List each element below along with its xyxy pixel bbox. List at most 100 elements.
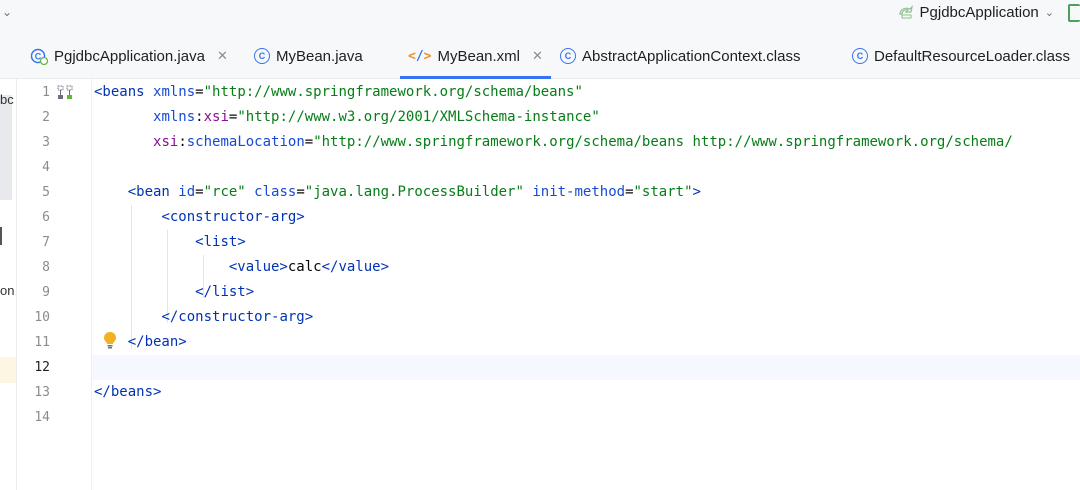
line-number: 13 bbox=[34, 385, 50, 400]
run-configuration-selector[interactable]: PgjdbcApplication ⌄ bbox=[898, 1, 1054, 23]
code-token: calc bbox=[287, 259, 322, 275]
code-line: xsi:schemaLocation="http://www.springfra… bbox=[94, 130, 1013, 155]
line-number: 6 bbox=[42, 210, 50, 225]
line-number: 7 bbox=[42, 235, 50, 250]
xml-file-icon: </> bbox=[408, 48, 432, 64]
code-token: init-method bbox=[532, 184, 626, 200]
class-icon: C bbox=[560, 48, 576, 64]
code-token: <list> bbox=[195, 234, 246, 250]
code-token: = bbox=[625, 184, 634, 200]
code-token: </value> bbox=[321, 259, 390, 275]
line-number: 1 bbox=[42, 85, 50, 100]
class-icon: C bbox=[852, 48, 868, 64]
code-editor[interactable]: <beans xmlns="http://www.springframework… bbox=[92, 79, 1080, 490]
project-tree-fragment[interactable]: bc bbox=[0, 92, 14, 107]
code-token: : bbox=[178, 134, 187, 150]
code-token: class bbox=[254, 184, 297, 200]
code-token: </list> bbox=[195, 284, 255, 300]
code-line: <value>calc</value> bbox=[94, 255, 389, 280]
code-line: </beans> bbox=[94, 380, 161, 405]
code-token: "http://www.w3.org/2001/XMLSchema-instan… bbox=[237, 109, 600, 125]
line-number: 9 bbox=[42, 285, 50, 300]
code-token: "start" bbox=[633, 184, 693, 200]
code-token: </bean> bbox=[127, 334, 187, 350]
line-number: 4 bbox=[42, 160, 50, 175]
line-number: 8 bbox=[42, 260, 50, 275]
tab-label: MyBean.xml bbox=[437, 47, 521, 65]
tab-label: MyBean.java bbox=[276, 47, 363, 65]
tab-pgjdbcapplication-java[interactable]: C PgjdbcApplication.java ✕ bbox=[30, 34, 228, 78]
scrollbar-thumb[interactable] bbox=[0, 95, 12, 200]
line-number: 10 bbox=[34, 310, 50, 325]
code-line: <bean id="rce" class="java.lang.ProcessB… bbox=[94, 180, 701, 205]
editor-tab-bar: C PgjdbcApplication.java ✕ C MyBean.java… bbox=[0, 34, 1080, 79]
close-icon[interactable]: ✕ bbox=[217, 48, 228, 64]
code-token: = bbox=[195, 84, 204, 100]
project-tree-fragment[interactable]: on bbox=[0, 283, 14, 298]
code-line: <list> bbox=[94, 230, 246, 255]
tab-label: AbstractApplicationContext.class bbox=[582, 47, 801, 65]
code-line: <beans xmlns="http://www.springframework… bbox=[94, 80, 583, 105]
chevron-down-icon: ⌄ bbox=[1044, 6, 1054, 19]
tab-mybean-xml[interactable]: </> MyBean.xml ✕ bbox=[400, 34, 551, 79]
code-token: </beans> bbox=[94, 384, 162, 400]
code-token: = bbox=[304, 134, 314, 150]
line-number: 14 bbox=[34, 410, 50, 425]
code-token: = bbox=[195, 184, 204, 200]
code-token: <beans bbox=[94, 84, 154, 100]
code-line: <constructor-arg> bbox=[94, 205, 305, 230]
code-token: xmlns bbox=[153, 84, 196, 100]
run-config-label: PgjdbcApplication bbox=[919, 3, 1039, 21]
run-config-icon bbox=[898, 5, 913, 19]
code-token: xsi bbox=[153, 134, 179, 150]
selected-row-highlight bbox=[0, 357, 16, 383]
tab-abstractapplicationcontext-class[interactable]: C AbstractApplicationContext.class bbox=[560, 34, 800, 78]
code-token: "http://www.springframework.org/schema/b… bbox=[313, 134, 1013, 150]
code-token: <bean bbox=[127, 184, 179, 200]
line-number: 3 bbox=[42, 135, 50, 150]
tab-defaultresourceloader-class[interactable]: C DefaultResourceLoader.class bbox=[852, 34, 1070, 78]
close-icon[interactable]: ✕ bbox=[532, 48, 543, 64]
code-token: = bbox=[296, 184, 305, 200]
code-token: <constructor-arg> bbox=[161, 209, 305, 225]
code-token: "java.lang.ProcessBuilder" bbox=[304, 184, 533, 200]
code-token: </constructor-arg> bbox=[161, 309, 314, 325]
code-line: </constructor-arg> bbox=[94, 305, 313, 330]
spring-class-icon: C bbox=[30, 48, 48, 65]
editor-gutter[interactable]: 1 2 3 4 5 6 7 8 9 10 11 12 13 14 bbox=[17, 79, 116, 490]
code-token: : bbox=[195, 109, 204, 125]
code-token: schemaLocation bbox=[186, 134, 305, 150]
chevron-down-icon[interactable]: ⌄ bbox=[2, 5, 12, 19]
line-number: 12 bbox=[34, 360, 50, 375]
code-token: > bbox=[692, 184, 701, 200]
project-panel-edge: bc on bbox=[0, 79, 17, 490]
current-line-highlight bbox=[92, 355, 1080, 380]
code-line: </list> bbox=[94, 280, 254, 305]
line-number: 5 bbox=[42, 185, 50, 200]
code-line: </bean> bbox=[94, 330, 187, 355]
code-token: "rce" bbox=[203, 184, 255, 200]
code-token: <value> bbox=[228, 259, 288, 275]
line-number: 11 bbox=[34, 335, 50, 350]
class-icon: C bbox=[254, 48, 270, 64]
code-token: xmlns bbox=[153, 109, 196, 125]
tab-label: PgjdbcApplication.java bbox=[54, 47, 205, 65]
line-number: 2 bbox=[42, 110, 50, 125]
tree-indent-marker bbox=[0, 227, 2, 245]
title-bar: ⌄ PgjdbcApplication ⌄ bbox=[0, 0, 1080, 34]
code-line: xmlns:xsi="http://www.w3.org/2001/XMLSch… bbox=[94, 105, 600, 130]
code-token: xsi bbox=[203, 109, 229, 125]
code-token: "http://www.springframework.org/schema/b… bbox=[203, 84, 583, 100]
tab-label: DefaultResourceLoader.class bbox=[874, 47, 1070, 65]
tab-mybean-java[interactable]: C MyBean.java bbox=[254, 34, 363, 78]
toolbar-edge-icon[interactable] bbox=[1068, 4, 1080, 22]
structure-icon[interactable] bbox=[57, 85, 73, 101]
